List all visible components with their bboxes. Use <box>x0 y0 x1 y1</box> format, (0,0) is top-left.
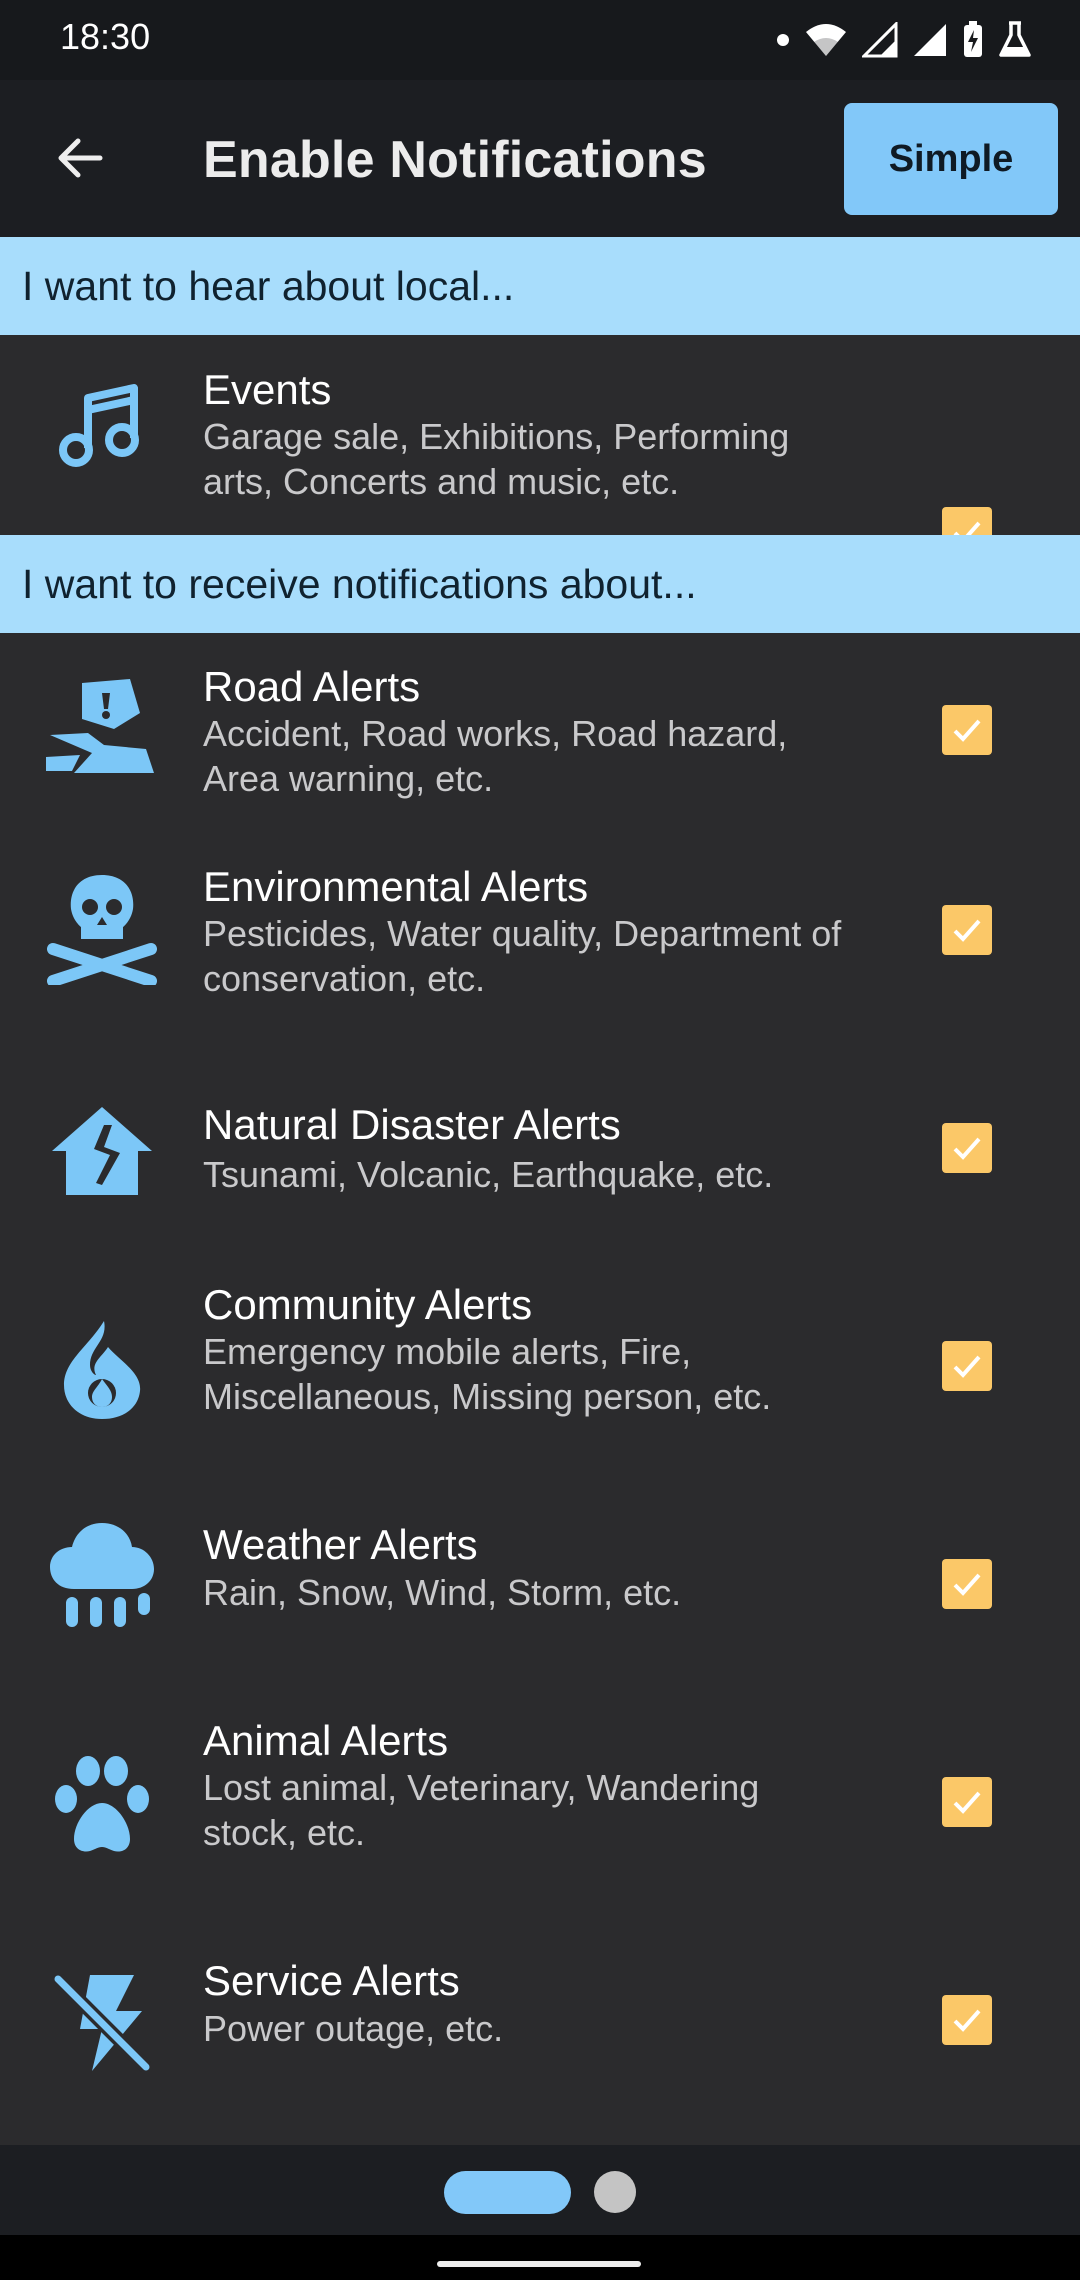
environmental-alerts-checkbox[interactable] <box>942 905 992 955</box>
skull-crossbones-icon <box>44 869 160 985</box>
item-title: Environmental Alerts <box>203 863 589 910</box>
list-item-road-alerts[interactable]: Road Alerts Accident, Road works, Road h… <box>0 633 1080 813</box>
item-description: Garage sale, Exhibitions, Performing art… <box>203 416 790 502</box>
flask-icon <box>999 21 1031 57</box>
natural-disaster-alerts-checkbox[interactable] <box>942 1123 992 1173</box>
status-bar: 18:30 <box>0 0 1080 80</box>
status-time: 18:30 <box>60 16 151 57</box>
section-header-notifications: I want to receive notifications about... <box>0 535 1080 633</box>
item-title: Service Alerts <box>203 1957 460 2004</box>
list-item-weather-alerts[interactable]: Weather Alerts Rain, Snow, Wind, Storm, … <box>0 1469 1080 1649</box>
check-icon <box>953 1137 981 1160</box>
list-item-community-alerts[interactable]: Community Alerts Emergency mobile alerts… <box>0 1251 1080 1431</box>
house-crack-icon <box>44 1093 160 1209</box>
simple-mode-button[interactable]: Simple <box>844 103 1058 215</box>
list-item-animal-alerts[interactable]: Animal Alerts Lost animal, Veterinary, W… <box>0 1687 1080 1867</box>
check-icon <box>953 919 981 942</box>
check-icon <box>953 719 981 742</box>
check-icon <box>953 1791 981 1814</box>
section-header-local: I want to hear about local... <box>0 237 1080 335</box>
page-indicator-bar <box>0 2145 1080 2235</box>
road-hazard-icon <box>44 669 160 785</box>
item-description: Rain, Snow, Wind, Storm, etc. <box>203 1572 682 1613</box>
battery-charging-icon <box>964 21 982 57</box>
item-title: Natural Disaster Alerts <box>203 1101 621 1148</box>
signal-icon <box>862 22 898 58</box>
back-button[interactable] <box>38 116 122 200</box>
wifi-icon <box>806 24 846 56</box>
weather-alerts-checkbox[interactable] <box>942 1559 992 1609</box>
list-item-natural-disaster-alerts[interactable]: Natural Disaster Alerts Tsunami, Volcani… <box>0 1033 1080 1213</box>
animal-alerts-checkbox[interactable] <box>942 1777 992 1827</box>
community-alerts-checkbox[interactable] <box>942 1341 992 1391</box>
road-alerts-checkbox[interactable] <box>942 705 992 755</box>
item-description: Pesticides, Water quality, Department of… <box>203 913 842 999</box>
list-item-service-alerts[interactable]: Service Alerts Power outage, etc. <box>0 1905 1080 2085</box>
cloud-rain-icon <box>44 1517 160 1633</box>
power-off-icon <box>44 1965 160 2081</box>
item-description: Lost animal, Veterinary, Wandering stock… <box>203 1767 760 1853</box>
item-description: Power outage, etc. <box>203 2008 504 2049</box>
list-item-environmental-alerts[interactable]: Environmental Alerts Pesticides, Water q… <box>0 833 1080 1013</box>
page-title: Enable Notifications <box>203 131 707 189</box>
check-icon <box>953 2009 981 2032</box>
notification-dot-icon <box>777 34 789 46</box>
page-indicator-active[interactable] <box>444 2171 571 2214</box>
home-gesture-handle[interactable] <box>437 2261 641 2267</box>
check-icon <box>953 1355 981 1378</box>
page-indicator-dot[interactable] <box>594 2171 636 2213</box>
item-description: Tsunami, Volcanic, Earthquake, etc. <box>203 1154 774 1195</box>
signal-full-icon <box>914 24 946 56</box>
app-bar: Enable Notifications Simple <box>0 80 1080 237</box>
item-title: Weather Alerts <box>203 1521 478 1568</box>
fire-icon <box>44 1311 160 1427</box>
list-item-events[interactable]: Events Garage sale, Exhibitions, Perform… <box>0 335 1080 557</box>
service-alerts-checkbox[interactable] <box>942 1995 992 2045</box>
item-description: Accident, Road works, Road hazard, Area … <box>203 713 788 799</box>
notification-list: I want to hear about local... Events Gar… <box>0 237 1080 2145</box>
item-title: Animal Alerts <box>203 1717 449 1764</box>
item-description: Emergency mobile alerts, Fire, Miscellan… <box>203 1331 772 1417</box>
check-icon <box>953 1573 981 1596</box>
item-title: Community Alerts <box>203 1281 533 1328</box>
arrow-back-icon <box>58 138 103 178</box>
system-navigation-bar <box>0 2235 1080 2280</box>
item-title: Road Alerts <box>203 663 421 710</box>
paw-icon <box>44 1747 160 1863</box>
music-note-icon <box>44 366 160 482</box>
status-icons <box>776 18 1032 62</box>
item-title: Events <box>203 366 332 413</box>
